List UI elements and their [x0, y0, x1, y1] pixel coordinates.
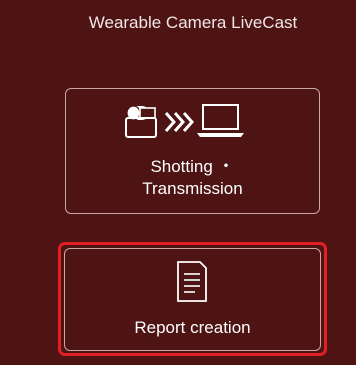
camera-transmission-icon: [125, 104, 244, 138]
shooting-label-line2: Transmission: [142, 179, 243, 198]
app-title: Wearable Camera LiveCast: [88, 13, 298, 32]
shooting-transmission-button[interactable]: Shotting ・ Transmission: [65, 88, 320, 214]
report-creation-label: Report creation: [134, 318, 251, 337]
report-creation-button[interactable]: Report creation: [64, 248, 321, 351]
app-screen: Wearable Camera LiveCast Shotting ・ Tran…: [0, 0, 356, 365]
shooting-label-line1: Shotting ・: [150, 157, 235, 176]
document-icon: [177, 261, 207, 302]
